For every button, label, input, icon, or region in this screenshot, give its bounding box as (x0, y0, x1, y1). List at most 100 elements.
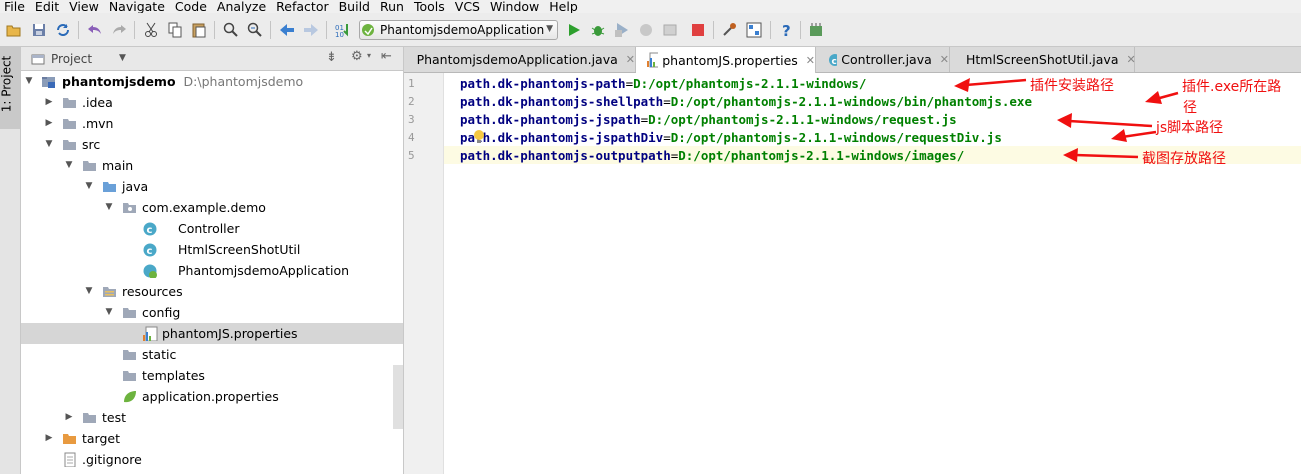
paste-icon[interactable] (191, 22, 207, 38)
tree-row-package[interactable]: ▼ com.example.demo (21, 197, 403, 218)
menu-help[interactable]: Help (544, 0, 583, 13)
menu-edit[interactable]: Edit (30, 0, 64, 13)
find-icon[interactable] (223, 22, 239, 38)
run-configuration-select[interactable]: PhantomjsdemoApplication ▼ (359, 20, 558, 40)
tree-row-config[interactable]: ▼ config (21, 302, 403, 323)
code-line[interactable]: path.dk-phantomjs-outputpath=D:/opt/phan… (460, 147, 964, 165)
back-icon[interactable] (279, 22, 295, 38)
tree-row-controller[interactable]: c Controller (21, 218, 403, 239)
class-icon: c (829, 53, 838, 67)
menu-build[interactable]: Build (334, 0, 375, 13)
redo-icon[interactable] (111, 22, 127, 38)
help-icon[interactable]: ? (779, 22, 795, 38)
tree-row-target[interactable]: ▶ target (21, 428, 403, 449)
save-icon[interactable] (31, 22, 47, 38)
property-key: path.dk-phantomjs-outputpath (460, 148, 671, 163)
expanded-arrow-icon[interactable]: ▼ (84, 176, 94, 197)
collapsed-arrow-icon[interactable]: ▶ (44, 428, 54, 449)
view-dropdown-icon[interactable]: ▼ (119, 53, 126, 63)
tree-label: phantomJS.properties (162, 326, 298, 341)
tree-row-static[interactable]: static (21, 344, 403, 365)
menu-run[interactable]: Run (375, 0, 409, 13)
gear-dropdown-icon[interactable]: ▾ (367, 51, 371, 60)
collapse-all-icon[interactable]: ⇟ (326, 50, 337, 65)
tree-row-phantomjs-properties[interactable]: phantomJS.properties (21, 323, 403, 344)
tree-path: D:\phantomjsdemo (183, 74, 304, 89)
menu-file[interactable]: File (0, 0, 30, 13)
close-icon[interactable]: ✕ (940, 53, 949, 66)
hide-panel-icon[interactable]: ⇤ (381, 49, 392, 64)
close-icon[interactable]: ✕ (1127, 53, 1136, 66)
tree-row-templates[interactable]: templates (21, 365, 403, 386)
tab-phantomjsdemoapplication[interactable]: PhantomjsdemoApplication.java ✕ (404, 47, 636, 72)
collapsed-arrow-icon[interactable]: ▶ (64, 407, 74, 428)
tree-row-root[interactable]: ▼ phantomjsdemo D:\phantomjsdemo (21, 71, 403, 92)
forward-icon[interactable] (303, 22, 319, 38)
project-structure-icon[interactable] (746, 22, 762, 38)
menu-window[interactable]: Window (485, 0, 544, 13)
coverage-icon[interactable] (614, 22, 630, 38)
expanded-arrow-icon[interactable]: ▼ (104, 302, 114, 323)
tree-row-htmlscreenshotutil[interactable]: c HtmlScreenShotUtil (21, 239, 403, 260)
tab-htmlscreenshotutil[interactable]: c HtmlScreenShotUtil.java ✕ (950, 47, 1136, 72)
menu-navigate[interactable]: Navigate (104, 0, 170, 13)
replace-icon[interactable] (247, 22, 263, 38)
tree-row-mvn[interactable]: ▶ .mvn (21, 113, 403, 134)
menu-analyze[interactable]: Analyze (212, 0, 271, 13)
tree-row-resources[interactable]: ▼ resources (21, 281, 403, 302)
tree-row-java[interactable]: ▼ java (21, 176, 403, 197)
menu-view[interactable]: View (64, 0, 104, 13)
folder-icon (63, 98, 76, 108)
tree-row-main[interactable]: ▼ main (21, 155, 403, 176)
code-line[interactable]: path.dk-phantomjs-jspath=D:/opt/phantomj… (460, 111, 957, 129)
folder-icon (63, 119, 76, 129)
profile-icon[interactable] (638, 22, 654, 38)
menu-tools[interactable]: Tools (409, 0, 450, 13)
expanded-arrow-icon[interactable]: ▼ (44, 134, 54, 155)
expanded-arrow-icon[interactable]: ▼ (84, 281, 94, 302)
tree-label: PhantomjsdemoApplication (178, 263, 350, 278)
spring-boot-icon (362, 24, 374, 36)
project-tool-tab[interactable]: 1: Project (0, 47, 20, 129)
code-line[interactable]: path.dk-phantomjs-path=D:/opt/phantomjs-… (460, 75, 866, 93)
tree-row-idea[interactable]: ▶ .idea (21, 92, 403, 113)
settings-icon[interactable] (722, 22, 738, 38)
copy-icon[interactable] (167, 22, 183, 38)
undo-icon[interactable] (87, 22, 103, 38)
tree-row-application[interactable]: PhantomjsdemoApplication (21, 260, 403, 281)
code-line[interactable]: path.dk-phantomjs-jspathDiv=D:/opt/phant… (460, 129, 1002, 147)
run-icon[interactable] (566, 22, 582, 38)
intention-bulb-icon[interactable] (472, 129, 486, 145)
line-number: 2 (408, 95, 415, 108)
collapsed-arrow-icon[interactable]: ▶ (44, 92, 54, 113)
expanded-arrow-icon[interactable]: ▼ (104, 197, 114, 218)
gear-icon[interactable]: ⚙ (351, 49, 363, 64)
svg-text:c: c (147, 246, 153, 257)
menu-refactor[interactable]: Refactor (271, 0, 333, 13)
build-icon[interactable]: 01 10 (335, 22, 351, 38)
expanded-arrow-icon[interactable]: ▼ (24, 71, 34, 92)
stop-icon[interactable] (690, 22, 706, 38)
expanded-arrow-icon[interactable]: ▼ (64, 155, 74, 176)
sync-icon[interactable] (55, 22, 71, 38)
open-folder-icon[interactable] (6, 22, 22, 38)
tree-row-test[interactable]: ▶ test (21, 407, 403, 428)
sdk-manager-icon[interactable] (808, 22, 824, 38)
tab-controller[interactable]: c Controller.java ✕ (816, 47, 950, 72)
close-icon[interactable]: ✕ (626, 53, 635, 66)
tree-row-gitignore[interactable]: .gitignore (21, 449, 403, 470)
tree-row-application-properties[interactable]: application.properties (21, 386, 403, 407)
close-icon[interactable]: ✕ (806, 54, 815, 67)
equals-sign: = (663, 130, 671, 145)
property-key: path.dk-phantomjs-shellpath (460, 94, 664, 109)
menu-vcs[interactable]: VCS (450, 0, 485, 13)
tree-scrollbar[interactable] (393, 365, 403, 429)
cut-icon[interactable] (143, 22, 159, 38)
tab-phantomjs-properties[interactable]: phantomJS.properties ✕ (636, 47, 816, 73)
code-line[interactable]: path.dk-phantomjs-shellpath=D:/opt/phant… (460, 93, 1032, 111)
tree-row-src[interactable]: ▼ src (21, 134, 403, 155)
menu-code[interactable]: Code (170, 0, 212, 13)
collapsed-arrow-icon[interactable]: ▶ (44, 113, 54, 134)
attach-icon[interactable] (662, 22, 678, 38)
debug-icon[interactable] (590, 22, 606, 38)
